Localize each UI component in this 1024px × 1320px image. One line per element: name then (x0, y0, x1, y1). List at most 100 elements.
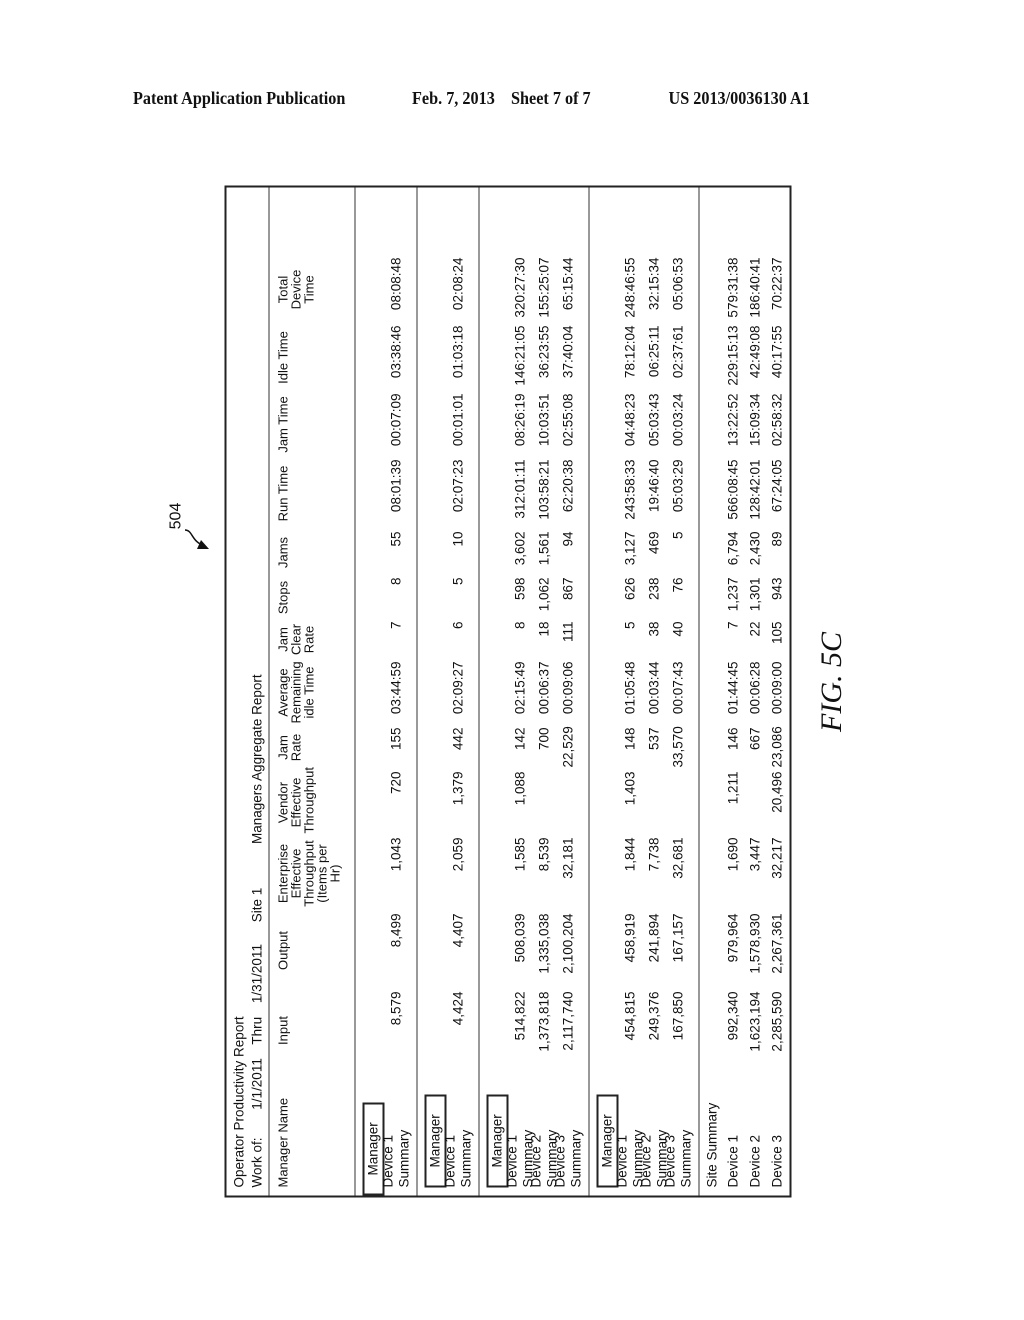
table-cell: 5 (670, 531, 686, 540)
column-header: Jam Time (275, 396, 291, 453)
table-cell: 08:01:39 (388, 459, 404, 513)
table-cell: 5 (450, 577, 466, 586)
table-cell: 37:40:04 (560, 325, 576, 379)
table-cell: 42:49:08 (747, 325, 763, 379)
divider (478, 187, 480, 1196)
table-cell: 00:03:44 (646, 661, 662, 715)
table-cell: 36:23:55 (536, 325, 552, 379)
table-cell: 03:44:59 (388, 661, 404, 715)
table-cell: 7 (388, 621, 404, 630)
table-cell: 229:15:13 (725, 325, 741, 386)
table-cell: 248:46:55 (622, 257, 638, 318)
table-cell: 2,267,361 (769, 913, 785, 974)
table-cell: 186:40:41 (747, 257, 763, 318)
table-cell: 1,211 (725, 771, 741, 805)
table-cell: 10 (450, 531, 466, 547)
table-row: Device 3 Summary 2,117,740 2,100,204 32,181… (553, 188, 584, 1196)
table-cell: 867 (560, 577, 576, 601)
table-row: Device 3 2,285,590 2,267,361 32,217 20,496 23… (767, 188, 789, 1196)
table-cell: 469 (646, 531, 662, 555)
table-cell: 05:03:43 (646, 393, 662, 447)
table-cell: 103:58:21 (536, 459, 552, 520)
column-header: Input (275, 1016, 291, 1045)
table-cell: 146 (725, 727, 741, 751)
table-cell: 05:03:29 (670, 459, 686, 513)
table-cell: 1,043 (388, 837, 404, 872)
table-row: Device 1 Summary 454,815 458,919 1,844 1,403… (615, 188, 646, 1196)
thru-label: Thru (249, 1016, 265, 1045)
table-cell: 667 (747, 727, 763, 751)
table-cell: 32,681 (670, 837, 686, 879)
table-cell: 32,181 (560, 837, 576, 879)
table-cell: 2,430 (747, 531, 763, 566)
table-cell: 70:22:37 (769, 257, 785, 311)
divider (354, 187, 356, 1196)
table-cell: 02:55:08 (560, 393, 576, 447)
table-cell: 1,578,930 (747, 913, 763, 974)
table-cell: 1,623,194 (747, 991, 763, 1052)
table-cell: 3,127 (622, 531, 638, 566)
table-cell: 15:09:34 (747, 393, 763, 447)
table-cell: 992,340 (725, 991, 741, 1041)
table-cell: 7,738 (646, 837, 662, 872)
table-cell: 00:01:01 (450, 393, 466, 447)
figure-caption: FIG. 5C (815, 632, 848, 732)
table-cell: 32:15:34 (646, 257, 662, 311)
table-cell: 40 (670, 621, 686, 637)
table-cell: 7 (725, 621, 741, 630)
divider (588, 187, 590, 1196)
end-date: 1/31/2011 (249, 944, 265, 1004)
table-cell: 02:15:49 (512, 661, 528, 715)
row-label: Device 1 Summary (442, 1129, 474, 1188)
site-label: Site 1 (249, 887, 265, 923)
table-cell: 6,794 (725, 531, 741, 566)
table-cell: 76 (670, 577, 686, 593)
table-row: Device 1 Summary 514,822 508,039 1,585 1,088… (505, 188, 536, 1196)
row-label: Device 2 (747, 1134, 763, 1188)
table-cell: 04:48:23 (622, 393, 638, 447)
report-rotated-container: Operator Productivity Report Work of: 1/… (224, 185, 792, 1198)
publication-header: Patent Application Publication Feb. 7, 2… (133, 88, 818, 118)
column-header: Jam Rate (275, 733, 304, 762)
table-cell: 249,376 (646, 991, 662, 1041)
table-row: Device 3 Summary 167,850 167,157 32,681 33,5… (663, 188, 694, 1196)
table-row: Device 1 992,340 979,964 1,690 1,211 146 01:44… (723, 188, 745, 1196)
table-cell: 00:09:06 (560, 661, 576, 715)
table-cell: 32,217 (769, 837, 785, 879)
table-cell: 23,086 (769, 726, 785, 768)
table-cell: 89 (769, 531, 785, 547)
column-header: Run Time (275, 465, 291, 522)
table-cell: 148 (622, 727, 638, 751)
table-cell: 55 (388, 531, 404, 547)
table-row: Device 1 Summary 4,424 4,407 2,059 1,379 442 0… (443, 188, 474, 1196)
column-header: Jam Clear Rate (275, 623, 317, 656)
table-cell: 579:31:38 (725, 257, 741, 318)
row-label: Device 3 Summary (552, 1129, 584, 1188)
table-cell: 6 (450, 621, 466, 630)
table-cell: 06:25:11 (646, 325, 662, 378)
table-cell: 1,301 (747, 577, 763, 612)
manager-group: Manager Device 1 Summary 514,822 508,039 1,5… (478, 187, 584, 1196)
table-cell: 3,602 (512, 531, 528, 566)
table-cell: 626 (622, 577, 638, 601)
column-header-row: Manager Name Input Output Enterprise Effect… (275, 188, 343, 1196)
table-cell: 155:25:07 (536, 257, 552, 318)
report-title: Operator Productivity Report (231, 1016, 247, 1188)
table-cell: 720 (388, 771, 404, 795)
work-of-label: Work of: (249, 1137, 265, 1188)
table-cell: 62:20:38 (560, 459, 576, 513)
table-cell: 537 (646, 727, 662, 751)
table-cell: 700 (536, 727, 552, 751)
table-cell: 2,059 (450, 837, 466, 872)
table-cell: 03:38:46 (388, 325, 404, 379)
column-header: Idle Time (275, 331, 291, 384)
table-cell: 1,844 (622, 837, 638, 872)
table-cell: 2,285,590 (769, 991, 785, 1052)
column-header: Enterprise Effective Throughput (Items p… (275, 840, 343, 907)
operator-productivity-report: Operator Productivity Report Work of: 1/… (224, 185, 792, 1198)
publication-number: US 2013/0036130 A1 (668, 88, 810, 108)
divider (698, 187, 700, 1196)
table-cell: 33,570 (670, 726, 686, 768)
table-cell: 1,335,038 (536, 913, 552, 974)
table-cell: 22,529 (560, 726, 576, 768)
